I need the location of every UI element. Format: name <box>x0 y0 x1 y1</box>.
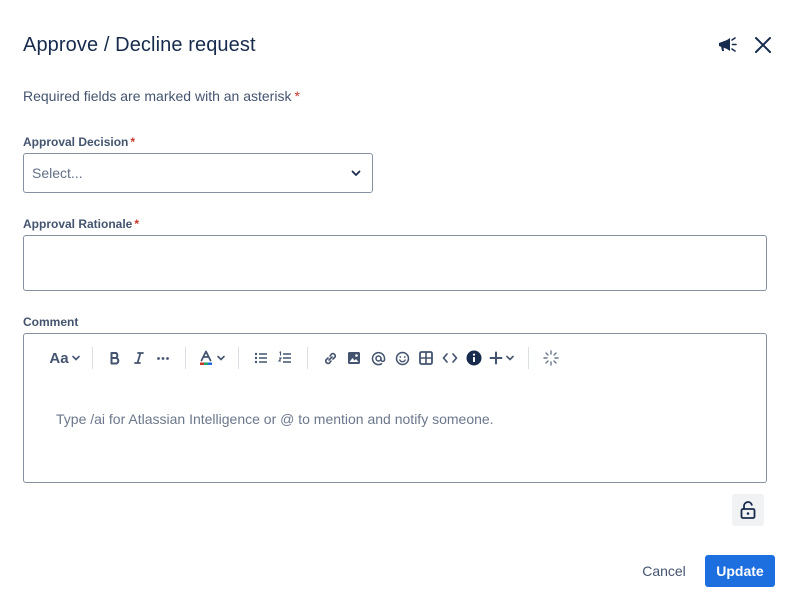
code-button[interactable] <box>438 344 462 372</box>
code-icon <box>442 353 458 363</box>
text-color-button[interactable] <box>196 344 228 372</box>
mention-button[interactable] <box>366 344 390 372</box>
chevron-down-icon <box>71 355 80 361</box>
editor-toolbar: Aa <box>48 344 563 372</box>
italic-icon <box>134 352 144 364</box>
update-button[interactable]: Update <box>705 555 775 587</box>
text-color-icon <box>200 350 212 365</box>
megaphone-icon <box>719 37 737 52</box>
emoji-button[interactable] <box>390 344 414 372</box>
chevron-down-icon <box>506 355 514 361</box>
text-style-button[interactable]: Aa <box>48 344 82 372</box>
toolbar-divider <box>307 347 308 369</box>
table-icon <box>419 351 433 365</box>
comment-placeholder: Type /ai for Atlassian Intelligence or @… <box>56 411 494 427</box>
required-asterisk: * <box>294 88 300 104</box>
chevron-down-icon <box>348 165 364 181</box>
ai-button[interactable] <box>539 344 563 372</box>
required-fields-note: Required fields are marked with an aster… <box>23 88 300 104</box>
numbered-list-icon <box>278 351 291 363</box>
approval-rationale-textarea[interactable] <box>23 235 767 291</box>
comment-label-text: Comment <box>23 315 79 329</box>
approval-decision-select[interactable]: Select... <box>23 153 373 193</box>
approval-decision-label: Approval Decision * <box>23 135 135 149</box>
comment-visibility-button[interactable] <box>732 494 764 526</box>
image-icon <box>348 352 360 364</box>
unlock-icon <box>740 501 756 519</box>
bold-button[interactable] <box>103 344 127 372</box>
insert-button[interactable] <box>486 344 518 372</box>
close-icon[interactable] <box>752 34 774 56</box>
table-button[interactable] <box>414 344 438 372</box>
dialog-header: Approve / Decline request <box>23 30 774 60</box>
info-panel-button[interactable] <box>462 344 486 372</box>
numbered-list-button[interactable] <box>273 344 297 372</box>
ai-sparkle-icon <box>543 350 559 366</box>
mention-icon <box>371 351 385 365</box>
feedback-megaphone-icon[interactable] <box>716 34 738 56</box>
required-asterisk: * <box>130 135 136 149</box>
plus-icon <box>489 351 503 365</box>
info-icon <box>466 350 482 366</box>
image-button[interactable] <box>342 344 366 372</box>
approve-decline-dialog: Approve / Decline request Required field… <box>0 0 798 610</box>
toolbar-divider <box>528 347 529 369</box>
close-x-glyph <box>755 37 771 53</box>
link-icon <box>324 352 336 364</box>
bullet-list-icon <box>254 352 267 364</box>
approval-decision-label-text: Approval Decision <box>23 135 129 149</box>
header-actions <box>716 34 774 56</box>
bullet-list-button[interactable] <box>249 344 273 372</box>
approval-decision-placeholder: Select... <box>32 165 83 181</box>
link-button[interactable] <box>318 344 342 372</box>
bold-icon <box>110 352 120 365</box>
more-formatting-button[interactable] <box>151 344 175 372</box>
toolbar-divider <box>238 347 239 369</box>
comment-label: Comment <box>23 315 78 329</box>
italic-button[interactable] <box>127 344 151 372</box>
comment-editor[interactable]: Aa Type /ai for Atlassian Intelligence o… <box>23 333 767 483</box>
cancel-button[interactable]: Cancel <box>634 555 694 587</box>
text-style-label: Aa <box>49 349 69 367</box>
required-note-text: Required fields are marked with an aster… <box>23 88 292 104</box>
required-asterisk: * <box>134 217 140 231</box>
toolbar-divider <box>185 347 186 369</box>
approval-rationale-label: Approval Rationale * <box>23 217 139 231</box>
emoji-icon <box>395 351 409 365</box>
chevron-down-icon <box>217 355 225 361</box>
dialog-title: Approve / Decline request <box>23 33 256 56</box>
approval-rationale-label-text: Approval Rationale <box>23 217 133 231</box>
toolbar-divider <box>92 347 93 369</box>
more-icon <box>157 357 169 360</box>
